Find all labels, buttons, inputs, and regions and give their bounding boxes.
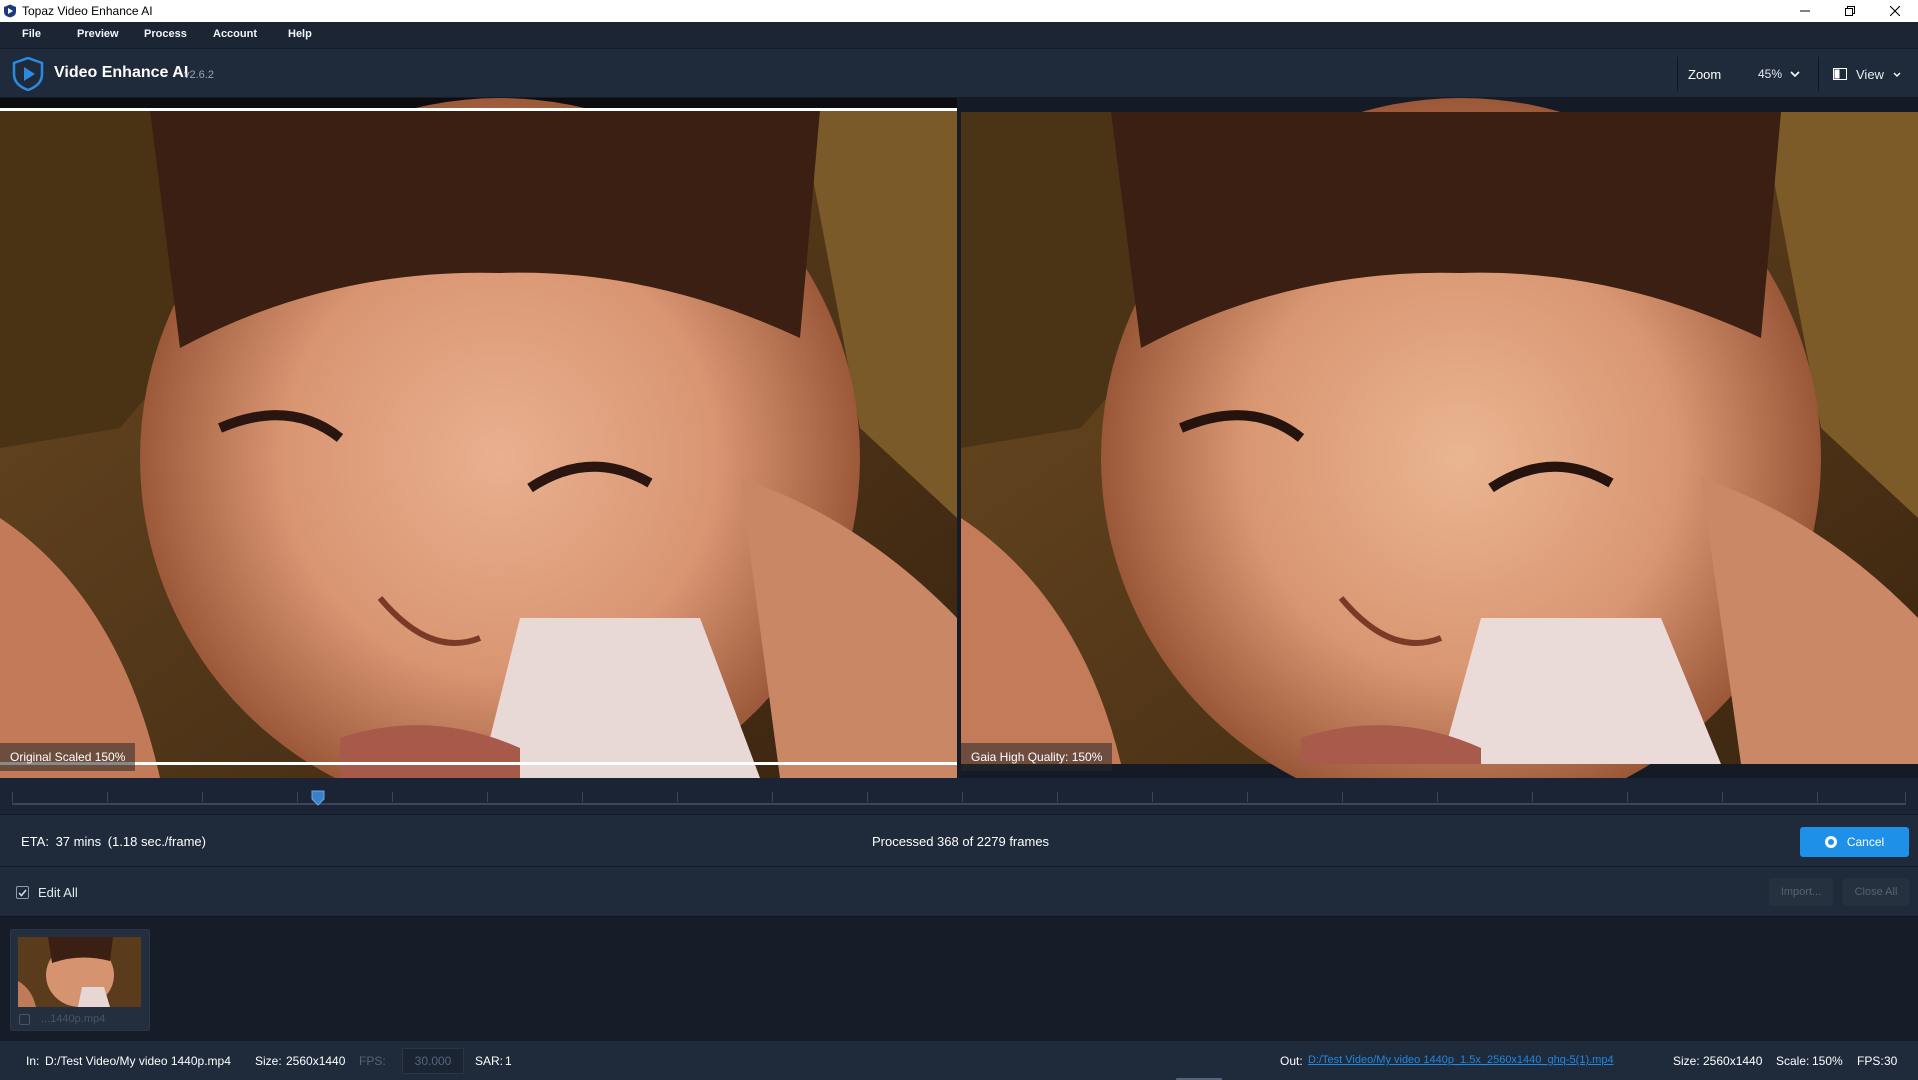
minimize-icon xyxy=(1800,10,1810,12)
cancel-button[interactable]: Cancel xyxy=(1800,827,1909,857)
zoom-label: Zoom xyxy=(1688,66,1722,82)
import-button[interactable]: Import... xyxy=(1769,878,1833,906)
close-all-button[interactable]: Close All xyxy=(1843,878,1909,906)
output-label: Out: xyxy=(1280,1054,1303,1068)
timeline-tick xyxy=(962,792,963,802)
file-info-bar: In: D:/Test Video/My video 1440p.mp4 Siz… xyxy=(0,1040,1918,1080)
output-path-link[interactable]: D:/Test Video/My video 1440p_1.5x_2560x1… xyxy=(1308,1054,1614,1066)
timeline-tick xyxy=(677,792,678,802)
minimize-button[interactable] xyxy=(1782,0,1828,22)
close-window-button[interactable] xyxy=(1872,0,1918,22)
chevron-down-icon xyxy=(1893,72,1901,77)
restore-button[interactable] xyxy=(1827,0,1873,22)
timeline-tick xyxy=(1057,792,1058,802)
timeline-tick xyxy=(392,792,393,802)
timeline-tick xyxy=(202,792,203,802)
crop-bottom-line xyxy=(0,762,957,765)
video-enhance-logo-icon xyxy=(12,57,44,91)
scale-label: Scale: xyxy=(1776,1054,1810,1068)
timeline-tick xyxy=(12,792,13,802)
output-fps-label: FPS: xyxy=(1857,1054,1884,1068)
timeline-tick xyxy=(1627,792,1628,802)
timeline-tick xyxy=(1817,792,1818,802)
edit-all-checkbox[interactable] xyxy=(16,886,29,899)
queue-item-checkbox[interactable] xyxy=(19,1014,30,1025)
zoom-select[interactable]: 45% xyxy=(1750,61,1802,87)
original-frame-image xyxy=(0,98,957,778)
timeline-tick xyxy=(1152,792,1153,802)
timeline-tick xyxy=(867,792,868,802)
zoom-value: 45% xyxy=(1758,67,1783,81)
enhanced-caption: Gaia High Quality: 150% xyxy=(961,743,1113,771)
checkmark-icon xyxy=(18,889,27,897)
app-name: Video Enhance AI xyxy=(54,64,189,81)
restore-icon xyxy=(1845,6,1855,16)
fps-label: FPS: xyxy=(359,1054,386,1068)
timeline-tick xyxy=(1722,792,1723,802)
timeline-track[interactable] xyxy=(12,803,1906,805)
processed-frames-text: Processed 368 of 2279 frames xyxy=(872,834,1050,849)
zoom-control: Zoom 45% xyxy=(1677,57,1807,91)
queue-item-name: ...1440p.mp4 xyxy=(41,1013,106,1025)
timeline-tick xyxy=(1342,792,1343,802)
timeline-tick xyxy=(1905,792,1906,802)
eta-rate: (1.18 sec./frame) xyxy=(107,834,206,849)
timeline-tick xyxy=(772,792,773,802)
view-menu-button[interactable]: View xyxy=(1818,57,1918,91)
output-size-label: Size: xyxy=(1673,1054,1700,1068)
queue-item[interactable]: ...1440p.mp4 xyxy=(10,929,150,1031)
output-size-value: 2560x1440 xyxy=(1703,1054,1763,1068)
menu-process[interactable]: Process xyxy=(140,28,191,40)
processing-status-bar: ETA: 37 mins (1.18 sec./frame) Processed… xyxy=(0,814,1918,866)
preview-area[interactable]: Original Scaled 150% Gaia High Quality: … xyxy=(0,98,1918,778)
timeline-tick xyxy=(1532,792,1533,802)
enhanced-preview-pane[interactable]: Gaia High Quality: 150% xyxy=(961,98,1918,778)
app-header: Video Enhance AI v2.6.2 Zoom 45% View xyxy=(0,48,1918,98)
cancel-label: Cancel xyxy=(1846,835,1885,849)
cancel-icon xyxy=(1824,836,1837,848)
sar-label: SAR: xyxy=(475,1054,504,1068)
enhanced-frame-image xyxy=(961,98,1918,778)
sar-value: 1 xyxy=(505,1054,512,1068)
eta-value: 37 mins xyxy=(55,834,102,849)
edit-all-label[interactable]: Edit All xyxy=(38,885,78,900)
menu-bar: File Preview Process Account Help xyxy=(0,22,1918,48)
menu-account[interactable]: Account xyxy=(209,28,261,40)
view-label: View xyxy=(1856,66,1884,82)
timeline-tick xyxy=(582,792,583,802)
input-path: D:/Test Video/My video 1440p.mp4 xyxy=(45,1054,231,1068)
original-preview-pane[interactable]: Original Scaled 150% xyxy=(0,98,957,778)
window-titlebar: Topaz Video Enhance AI xyxy=(0,0,1918,22)
crop-top-line xyxy=(0,108,957,111)
queue-thumbnail-image xyxy=(18,937,141,1007)
timeline-tick xyxy=(297,792,298,802)
input-size-value: 2560x1440 xyxy=(286,1054,346,1068)
menu-preview[interactable]: Preview xyxy=(73,28,123,40)
chevron-down-icon xyxy=(1790,70,1800,77)
timeline-tick xyxy=(1437,792,1438,802)
menu-help[interactable]: Help xyxy=(284,28,316,40)
timeline-tick xyxy=(487,792,488,802)
playhead-handle-icon[interactable] xyxy=(311,790,325,806)
close-icon xyxy=(1890,6,1900,16)
app-version: v2.6.2 xyxy=(184,69,214,81)
fps-input[interactable]: 30.000 xyxy=(402,1048,464,1074)
timeline-tick xyxy=(1247,792,1248,802)
input-label: In: xyxy=(26,1054,40,1068)
original-caption: Original Scaled 150% xyxy=(0,743,136,771)
timeline-tick xyxy=(107,792,108,802)
video-queue: ...1440p.mp4 xyxy=(0,916,1918,1040)
split-view-icon xyxy=(1833,68,1847,80)
topaz-app-icon xyxy=(4,4,16,18)
eta-label: ETA: xyxy=(21,834,49,849)
output-fps-value: 30 xyxy=(1884,1054,1898,1068)
scale-value: 150% xyxy=(1812,1054,1843,1068)
timeline-scrubber[interactable] xyxy=(0,778,1918,814)
eta-text: ETA: 37 mins (1.18 sec./frame) xyxy=(21,834,206,849)
window-title: Topaz Video Enhance AI xyxy=(22,4,153,18)
input-size-label: Size: xyxy=(255,1054,282,1068)
queue-toolbar: Edit All Import... Close All xyxy=(0,866,1918,916)
menu-file[interactable]: File xyxy=(18,28,45,40)
